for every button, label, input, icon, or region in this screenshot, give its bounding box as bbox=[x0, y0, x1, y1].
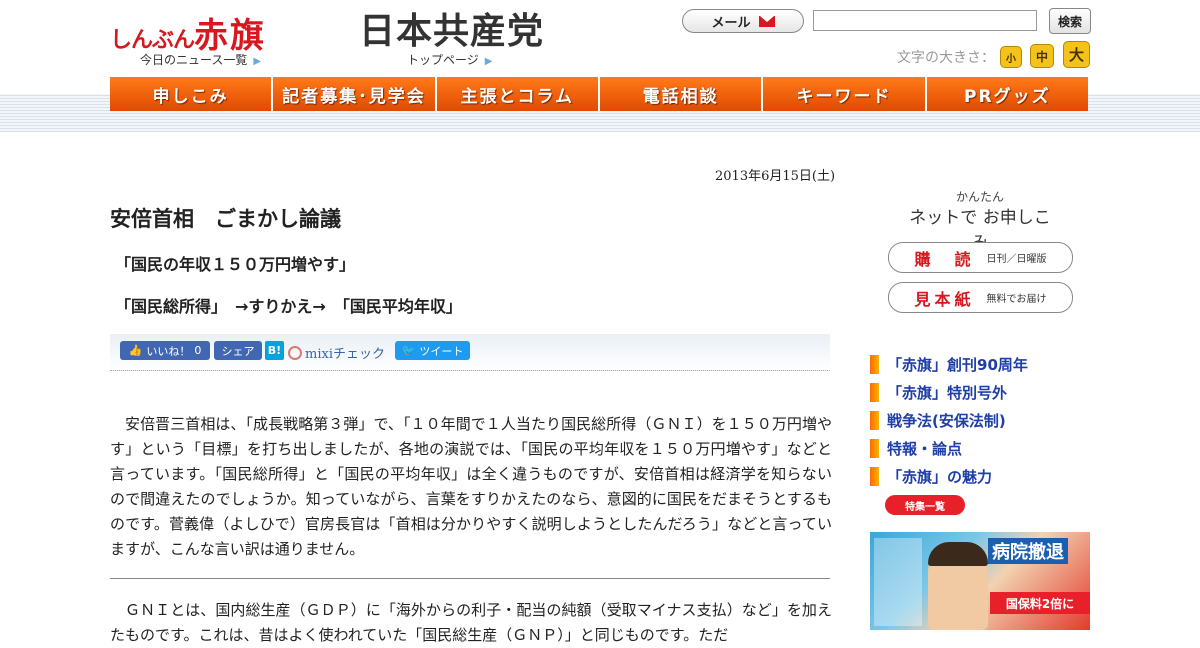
sidebar-link-label: 戦争法(安保法制) bbox=[887, 411, 1006, 430]
like-count: 0 bbox=[194, 344, 202, 357]
font-size-large-button[interactable]: 大 bbox=[1063, 41, 1090, 68]
top-page-link[interactable]: トップページ ▶ bbox=[407, 51, 492, 68]
envelope-icon bbox=[758, 15, 775, 27]
main-nav: 申しこみ 記者募集･見学会 主張とコラム 電話相談 キーワード PRグッズ bbox=[110, 77, 1088, 111]
sidebar-link-war-law[interactable]: 戦争法(安保法制) bbox=[870, 406, 1028, 434]
subscribe-note: 日刊／日曜版 bbox=[986, 254, 1047, 265]
arrow-right-icon: ▶ bbox=[253, 56, 262, 67]
kantan-label: かんたん bbox=[955, 190, 1004, 204]
magazine-headline: 病院撤退 bbox=[988, 538, 1068, 564]
font-size-label: 文字の大きさ： bbox=[897, 50, 995, 66]
sidebar-link-90th[interactable]: 「赤旗」創刊90周年 bbox=[870, 350, 1028, 378]
akahata-logo[interactable]: しんぶん赤旗 bbox=[110, 8, 266, 57]
top-page-label: トップページ bbox=[407, 53, 479, 67]
akahata-logo-big: 赤旗 bbox=[194, 16, 267, 56]
sidebar-link-appeal[interactable]: 「赤旗」の魅力 bbox=[870, 462, 1028, 490]
search-button[interactable]: 検索 bbox=[1049, 8, 1091, 34]
sidebar-links: 「赤旗」創刊90周年 「赤旗」特別号外 戦争法(安保法制) 特報・論点 「赤旗」… bbox=[870, 350, 1028, 490]
like-label: いいね！ bbox=[146, 344, 191, 358]
font-size-medium-button[interactable]: 中 bbox=[1030, 44, 1054, 68]
font-size-small-button[interactable]: 小 bbox=[1000, 46, 1022, 68]
article-paragraph-2: ＧＮＩとは、国内総生産（ＧＤＰ）に「海外からの利子・配当の純額（受取マイナス支払… bbox=[110, 601, 832, 644]
hatena-bookmark-button[interactable]: B! bbox=[265, 341, 284, 360]
magazine-cover-person bbox=[928, 542, 988, 630]
article-subtitle-1: 「国民の年収１５０万円増やす」 bbox=[115, 255, 356, 274]
search-input[interactable] bbox=[813, 10, 1037, 31]
special-list-button[interactable]: 特集一覧 bbox=[885, 495, 965, 515]
sidebar-link-extra[interactable]: 「赤旗」特別号外 bbox=[870, 378, 1028, 406]
thumbs-up-icon: 👍 bbox=[128, 344, 143, 357]
subscribe-button[interactable]: 購 読 日刊／日曜版 bbox=[888, 242, 1073, 273]
nav-item-phone-consult[interactable]: 電話相談 bbox=[599, 77, 764, 111]
subscribe-label: 購 読 bbox=[914, 249, 975, 269]
nav-item-recruit[interactable]: 記者募集･見学会 bbox=[273, 77, 437, 111]
orange-marker-icon bbox=[870, 438, 879, 458]
mixi-label: mixiチェック bbox=[305, 347, 385, 362]
mixi-icon bbox=[288, 345, 302, 360]
sidebar-link-label: 「赤旗」特別号外 bbox=[887, 383, 1008, 402]
tweet-button[interactable]: 🐦 ツイート bbox=[395, 341, 470, 360]
mail-label: メール bbox=[711, 15, 751, 31]
article-title: 安倍首相 ごまかし論議 bbox=[110, 207, 341, 231]
akahata-logo-small: しんぶん bbox=[110, 28, 195, 53]
magazine-cover-banner[interactable]: 病院撤退 国保料2倍に bbox=[870, 532, 1090, 630]
sample-paper-button[interactable]: 見本紙 無料でお届け bbox=[888, 282, 1073, 313]
news-list-link[interactable]: 今日のニュース一覧 ▶ bbox=[140, 51, 261, 68]
facebook-share-button[interactable]: シェア bbox=[214, 341, 262, 360]
tweet-label: ツイート bbox=[419, 344, 464, 358]
facebook-like-button[interactable]: 👍 いいね！ 0 bbox=[120, 341, 210, 360]
sidebar-link-tokuho[interactable]: 特報・論点 bbox=[870, 434, 1028, 462]
sidebar-link-label: 特報・論点 bbox=[887, 439, 963, 458]
nav-item-keyword[interactable]: キーワード bbox=[763, 77, 927, 111]
nav-item-editorial[interactable]: 主張とコラム bbox=[436, 77, 600, 111]
magazine-band: 国保料2倍に bbox=[990, 592, 1090, 614]
twitter-bird-icon: 🐦 bbox=[401, 344, 416, 357]
article-subtitle-2: 「国民総所得」 →すりかえ→ 「国民平均年収」 bbox=[115, 297, 462, 316]
sample-paper-note: 無料でお届け bbox=[986, 294, 1047, 305]
sidebar-link-label: 「赤旗」創刊90周年 bbox=[887, 355, 1028, 374]
magazine-cover-side-text bbox=[874, 538, 922, 626]
orange-marker-icon bbox=[870, 466, 879, 486]
jcp-logo[interactable]: 日本共産党 bbox=[359, 2, 544, 54]
mixi-check-button[interactable]: mixiチェック bbox=[288, 343, 385, 362]
article-date: 2013年6月15日(土) bbox=[715, 169, 836, 184]
sidebar-link-label: 「赤旗」の魅力 bbox=[887, 467, 993, 486]
nav-item-pr-goods[interactable]: PRグッズ bbox=[926, 77, 1088, 111]
article-divider bbox=[110, 578, 830, 579]
orange-marker-icon bbox=[870, 410, 879, 430]
arrow-right-icon: ▶ bbox=[484, 56, 493, 67]
sample-paper-label: 見本紙 bbox=[914, 289, 975, 309]
orange-marker-icon bbox=[870, 382, 879, 402]
mail-button[interactable]: メール bbox=[682, 9, 804, 33]
article-paragraph-1: 安倍晋三首相は、「成長戦略第３弾」で、「１０年間で１人当たり国民総所得（ＧＮＩ）… bbox=[110, 415, 832, 558]
news-list-label: 今日のニュース一覧 bbox=[140, 53, 248, 67]
orange-marker-icon bbox=[870, 354, 879, 374]
share-bar: 👍 いいね！ 0 シェア B! mixiチェック 🐦 ツイート bbox=[110, 334, 830, 371]
nav-item-apply[interactable]: 申しこみ bbox=[110, 77, 274, 111]
